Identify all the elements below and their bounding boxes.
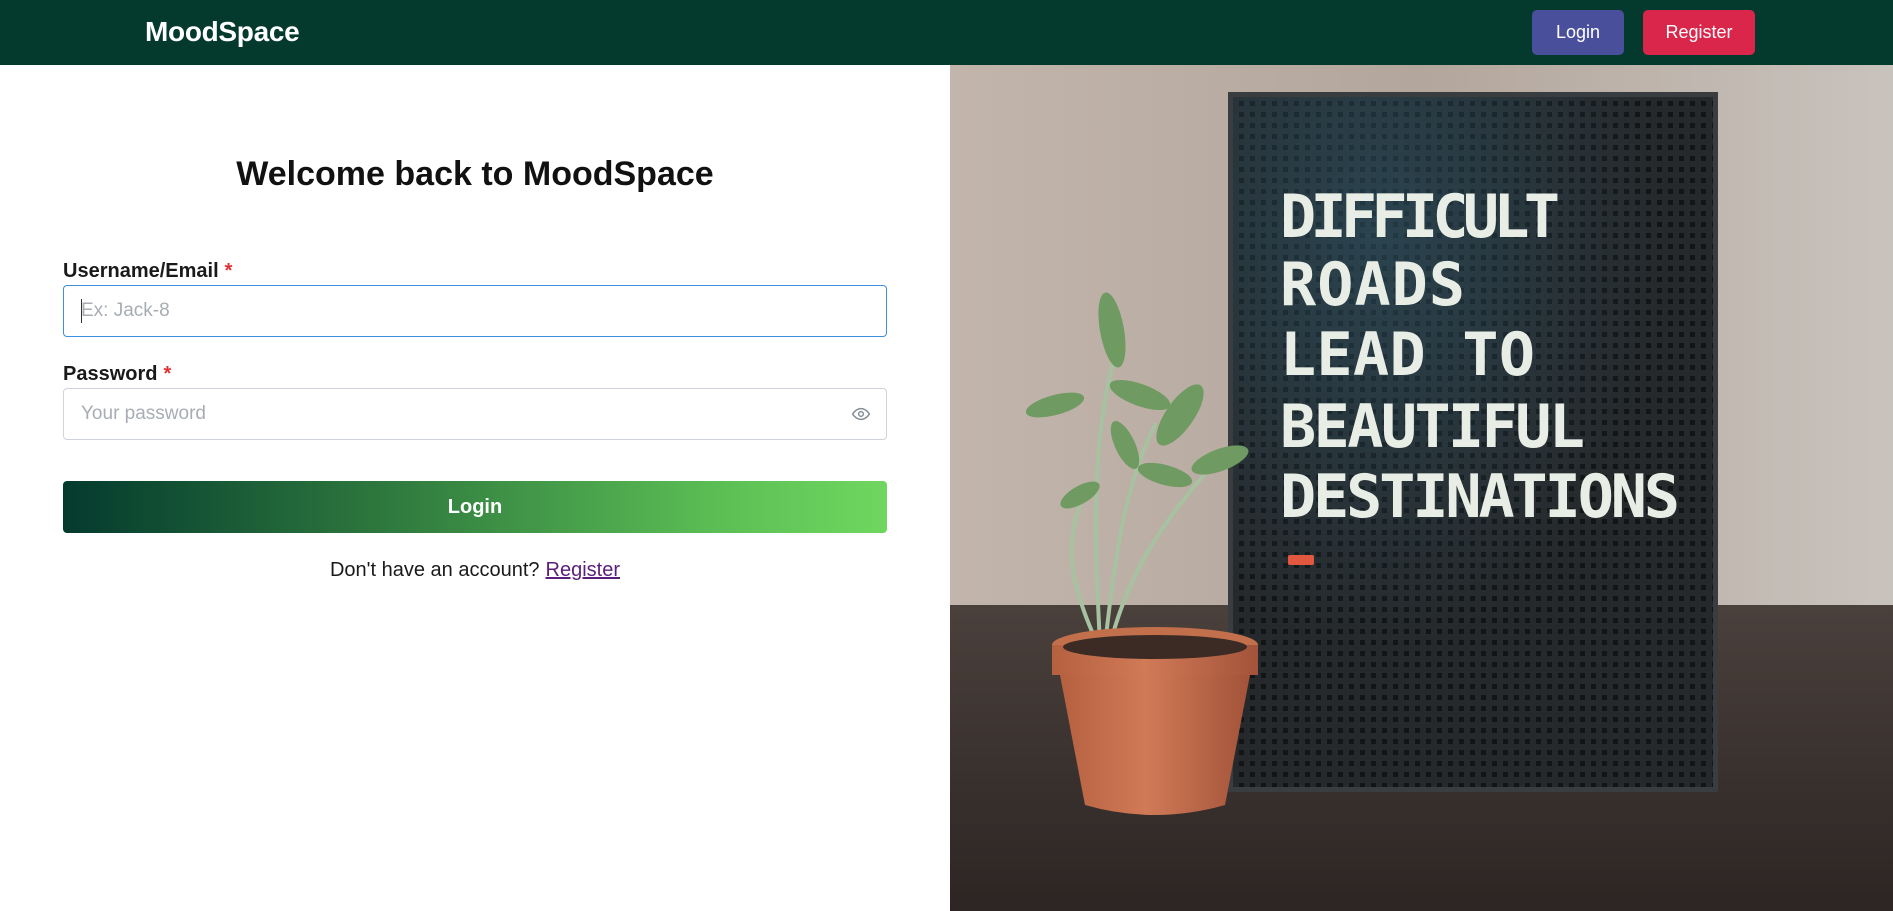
text-caret [81, 299, 82, 323]
hero-image: DIFFICULT ROADS LEAD TO BEAUTIFUL DESTIN… [950, 65, 1893, 911]
letterboard-photo: DIFFICULT ROADS LEAD TO BEAUTIFUL DESTIN… [950, 65, 1893, 911]
password-label-text: Password [63, 363, 158, 385]
login-panel: Welcome back to MoodSpace Username/Email… [0, 65, 950, 911]
register-prompt: Don't have an account? Register [0, 557, 950, 583]
username-input[interactable] [81, 286, 851, 336]
pot-soil [1063, 635, 1247, 659]
board-dash [1288, 555, 1314, 565]
username-field-wrapper [63, 285, 887, 337]
eye-icon[interactable] [850, 404, 872, 424]
password-label: Password * [63, 362, 171, 386]
username-label: Username/Email * [63, 259, 232, 283]
brand-logo[interactable]: MoodSpace [145, 14, 300, 50]
required-marker: * [163, 363, 172, 385]
password-field-wrapper [63, 388, 887, 440]
page-title: Welcome back to MoodSpace [236, 155, 714, 193]
required-marker: * [224, 260, 233, 282]
password-input[interactable] [81, 389, 851, 439]
board-line: DESTINATIONS [1280, 462, 1680, 532]
nav-login-button[interactable]: Login [1532, 10, 1624, 55]
username-label-text: Username/Email [63, 260, 219, 282]
board-line: DIFFICULT [1280, 182, 1560, 252]
nav-register-button[interactable]: Register [1643, 10, 1755, 55]
navbar: MoodSpace Login Register [0, 0, 1893, 65]
board-line: BEAUTIFUL [1280, 392, 1585, 462]
login-submit-button[interactable]: Login [63, 481, 887, 533]
register-link[interactable]: Register [546, 559, 620, 581]
board-line: ROADS [1280, 250, 1465, 320]
register-prompt-text: Don't have an account? [329, 559, 540, 581]
board-line: LEAD TO [1280, 320, 1535, 390]
pot-body [1060, 675, 1250, 815]
